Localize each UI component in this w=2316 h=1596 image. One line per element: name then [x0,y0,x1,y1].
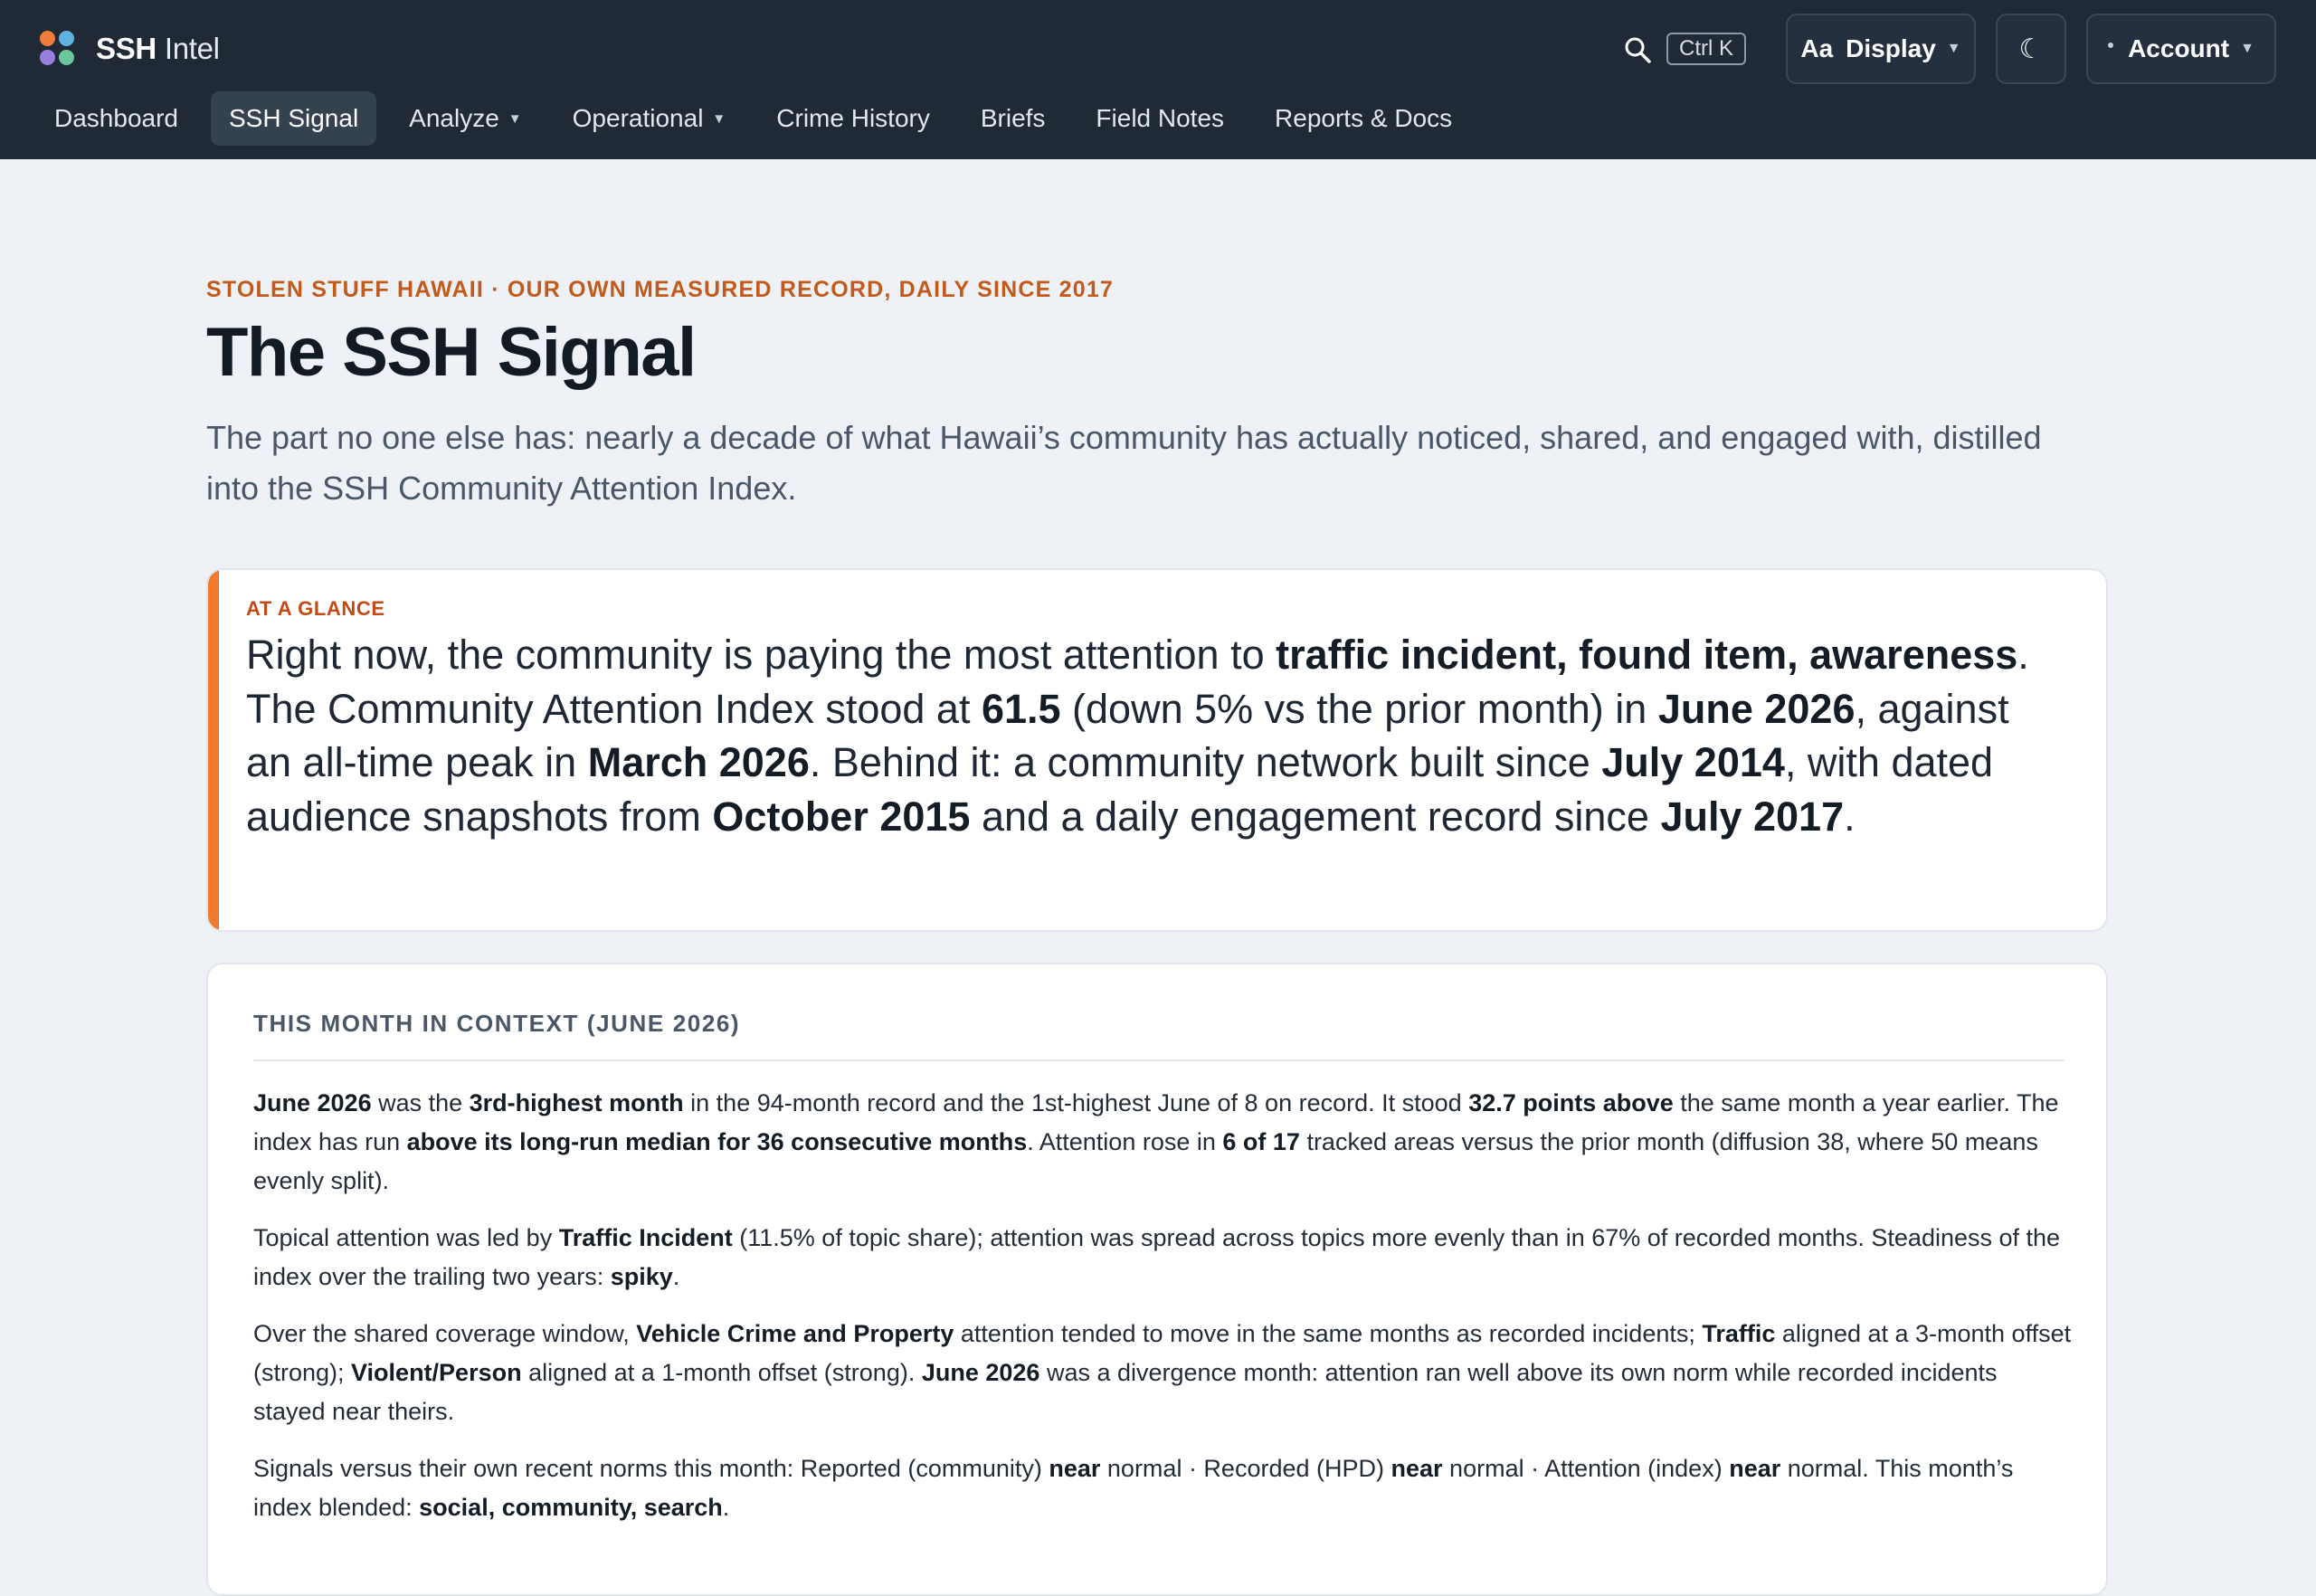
body-text: Right now, the community is paying the m… [246,632,1277,678]
chevron-down-icon: ▼ [712,110,726,127]
top-bar: SSH Intel Ctrl K Aa Display ▼ ☾ Account … [0,0,2316,159]
emphasis-text: near [1729,1455,1781,1482]
context-paragraph: Signals versus their own recent norms th… [253,1449,2072,1527]
nav-label: Reports & Docs [1275,104,1453,132]
page-eyebrow: Stolen Stuff Hawaii · Our own measured r… [206,277,1115,302]
body-text: attention tended to move in the same mon… [954,1320,1703,1347]
account-label: Account [2128,34,2230,62]
body-text: . [722,1494,730,1521]
brand-name-rest: Intel [156,32,220,65]
nav-briefs[interactable]: Briefs [963,91,1064,146]
emphasis-text: above its long-run median for 36 consecu… [406,1128,1028,1155]
emphasis-text: 6 of 17 [1222,1128,1300,1155]
avatar-dot-icon [2108,43,2114,48]
emphasis-text: July 2014 [1601,739,1785,785]
body-text: Topical attention was led by [253,1224,559,1251]
month-context-heading: THIS MONTH IN CONTEXT (JUNE 2026) [253,1010,741,1037]
nav-ssh-signal[interactable]: SSH Signal [210,91,377,146]
emphasis-text: Violent/Person [351,1359,522,1386]
emphasis-text: July 2017 [1660,793,1845,840]
body-text: (down 5% vs the prior month) in [1060,685,1658,732]
body-text: Over the shared coverage window, [253,1320,637,1347]
brand-name-bold: SSH [96,32,157,65]
nav-label: Analyze [409,104,499,132]
at-a-glance-summary: Right now, the community is paying the m… [246,628,2064,843]
emphasis-text: June 2026 [253,1089,372,1116]
emphasis-text: social, community, search [419,1494,723,1521]
brand[interactable]: SSH Intel [40,29,220,69]
four-dot-logo-icon [40,31,76,67]
emphasis-text: Vehicle Crime and Property [636,1320,954,1347]
brand-name: SSH Intel [96,32,220,66]
body-text: . [672,1263,680,1290]
month-context-card: THIS MONTH IN CONTEXT (JUNE 2026) June 2… [206,963,2108,1596]
month-context-body: June 2026 was the 3rd-highest month in t… [253,1084,2072,1545]
nav-label: Crime History [776,104,930,132]
body-text: was the [371,1089,470,1116]
nav-label: Briefs [980,104,1046,132]
emphasis-text: October 2015 [712,793,971,840]
search-icon [1625,37,1651,63]
nav-label: SSH Signal [228,104,359,132]
body-text: in the 94-month record and the 1st-highe… [683,1089,1469,1116]
nav-reports-docs[interactable]: Reports & Docs [1257,91,1470,146]
body-text: Signals versus their own recent norms th… [253,1455,1049,1482]
context-paragraph: Topical attention was led by Traffic Inc… [253,1219,2072,1297]
display-menu-button[interactable]: Aa Display ▼ [1786,14,1976,84]
main-nav: Dashboard SSH Signal Analyze ▼ Operationa… [36,91,1485,146]
chevron-down-icon: ▼ [2240,41,2254,56]
theme-toggle-button[interactable]: ☾ [1996,14,2066,84]
emphasis-text: June 2026 [921,1359,1040,1386]
body-text: and a daily engagement record since [970,793,1661,840]
nav-label: Field Notes [1096,104,1225,132]
body-text: . [1844,793,1856,840]
context-paragraph: Over the shared coverage window, Vehicle… [253,1315,2072,1431]
emphasis-text: near [1049,1455,1101,1482]
chevron-down-icon: ▼ [1946,41,1961,56]
search-shortcut-badge: Ctrl K [1666,33,1746,65]
emphasis-text: near [1391,1455,1443,1482]
chevron-down-icon: ▼ [508,110,522,127]
nav-analyze[interactable]: Analyze ▼ [391,91,539,146]
body-text: normal · Attention (index) [1442,1455,1730,1482]
emphasis-text: 61.5 [981,685,1061,732]
emphasis-text: 3rd-highest month [469,1089,684,1116]
nav-label: Dashboard [54,104,178,132]
account-menu-button[interactable]: Account ▼ [2086,14,2276,84]
emphasis-text: Traffic Incident [558,1224,733,1251]
page-lede: The part no one else has: nearly a decad… [206,419,2042,507]
body-text: . Attention rose in [1027,1128,1223,1155]
nav-field-notes[interactable]: Field Notes [1077,91,1242,146]
page-title: The SSH Signal [206,314,697,391]
text-size-icon: Aa [1800,34,1834,62]
body-text: normal · Recorded (HPD) [1100,1455,1391,1482]
context-paragraph: June 2026 was the 3rd-highest month in t… [253,1084,2072,1201]
emphasis-text: spiky [610,1263,673,1290]
emphasis-text: 32.7 points above [1468,1089,1674,1116]
nav-dashboard[interactable]: Dashboard [36,91,196,146]
emphasis-text: Traffic [1702,1320,1776,1347]
body-text: . Behind it: a community network built s… [809,739,1602,785]
emphasis-text: traffic incident, found item, awareness [1276,632,2018,678]
moon-icon: ☾ [2018,33,2044,64]
search-button[interactable] [1618,30,1657,70]
nav-crime-history[interactable]: Crime History [758,91,948,146]
divider [253,1059,2064,1061]
emphasis-text: June 2026 [1657,685,1856,732]
display-label: Display [1846,34,1936,62]
at-a-glance-card: AT A GLANCE Right now, the community is … [206,568,2108,932]
nav-label: Operational [572,104,704,132]
emphasis-text: March 2026 [587,739,810,785]
at-a-glance-label: AT A GLANCE [246,597,385,620]
body-text: aligned at a 1-month offset (strong). [521,1359,922,1386]
nav-operational[interactable]: Operational ▼ [555,91,745,146]
